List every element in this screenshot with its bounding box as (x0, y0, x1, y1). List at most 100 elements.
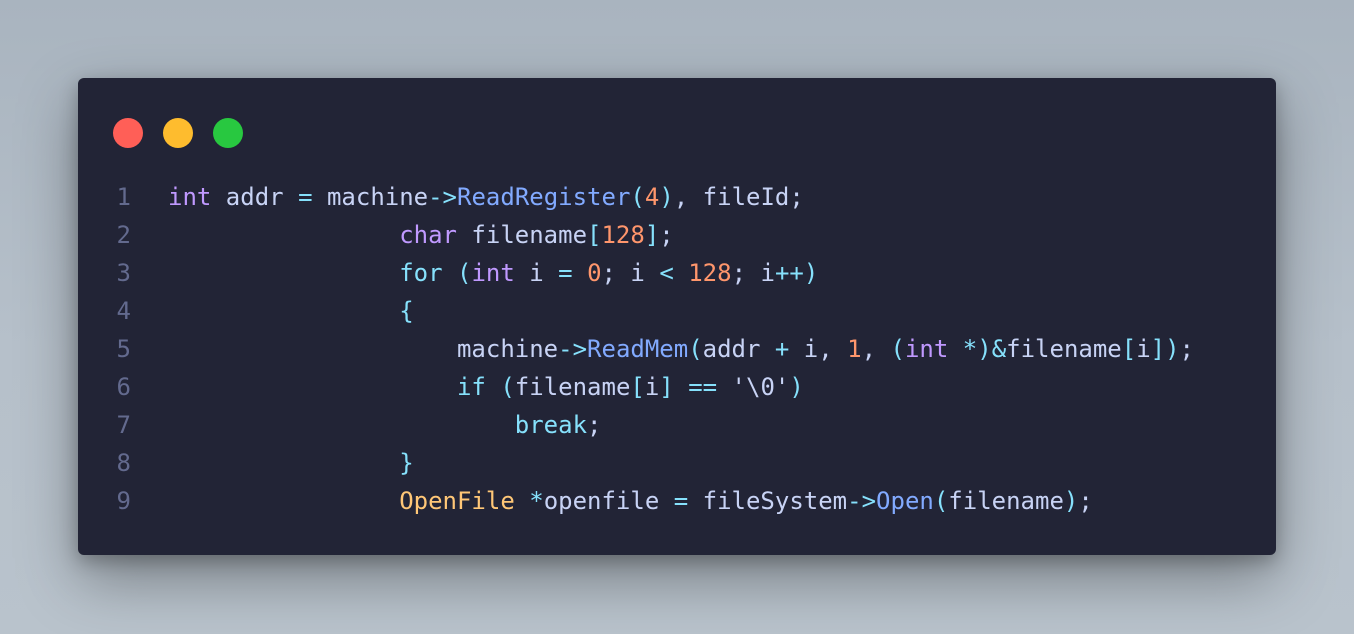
code-token: ++ (774, 259, 804, 287)
maximize-button[interactable] (213, 118, 243, 148)
code-line: 6 if (filename[i] == '\0') (78, 368, 1276, 406)
code-token: & (991, 335, 1007, 363)
window-controls (113, 118, 243, 148)
code-token: ( (688, 335, 703, 363)
code-token: * (529, 487, 544, 515)
code-token: = (558, 259, 573, 287)
code-token: [ (1121, 335, 1137, 363)
code-token: openfile (543, 487, 674, 515)
code-token: ReadRegister (457, 183, 631, 211)
line-number: 8 (116, 449, 131, 477)
code-line: 7 break; (78, 406, 1276, 444)
code-token: int (168, 183, 212, 211)
code-token: 1 (847, 335, 862, 363)
code-token: ] (644, 221, 660, 249)
code-token: [ (587, 221, 602, 249)
code-line: 1 int addr = machine->ReadRegister(4), fi… (78, 178, 1276, 216)
minimize-button[interactable] (163, 118, 193, 148)
code-token: ( (630, 183, 645, 211)
line-number: 6 (116, 373, 131, 401)
code-token: ; i (731, 259, 775, 287)
code-token: , (861, 335, 891, 363)
close-button[interactable] (113, 118, 143, 148)
code-text: } (168, 444, 414, 482)
code-text: int addr = machine->ReadRegister(4), fil… (168, 178, 804, 216)
code-token: -> (428, 183, 458, 211)
code-token: machine (312, 183, 429, 211)
line-number: 3 (116, 259, 131, 287)
code-token: + (774, 335, 790, 363)
code-token: = (298, 183, 313, 211)
code-text: break; (168, 406, 602, 444)
code-text: machine->ReadMem(addr + i, 1, (int *)&fi… (168, 330, 1194, 368)
code-token: 128 (688, 259, 732, 287)
code-token: filename (1006, 335, 1122, 363)
code-line: 9 OpenFile *openfile = fileSystem->Open(… (78, 482, 1276, 520)
code-token: ) (977, 335, 992, 363)
code-token: ) (803, 259, 819, 287)
code-token: ( (890, 335, 905, 363)
line-number: 7 (116, 411, 131, 439)
code-token: -> (847, 487, 877, 515)
code-token: OpenFile (399, 487, 515, 515)
code-token: ( (442, 259, 472, 287)
code-text: if (filename[i] == '\0') (168, 368, 804, 406)
code-token: filename (514, 373, 631, 401)
code-token: filename (456, 221, 588, 249)
code-token: ; i (601, 259, 660, 287)
line-number: 2 (116, 221, 131, 249)
code-token: ) (1063, 487, 1079, 515)
code-token: ]) (1150, 335, 1180, 363)
code-line: 4 { (78, 292, 1276, 330)
code-token: < (659, 259, 674, 287)
code-token: 0 (587, 259, 602, 287)
line-number: 5 (116, 335, 131, 363)
code-token: 4 (644, 183, 660, 211)
code-token: Open (876, 487, 934, 515)
code-token: '\0' (717, 373, 790, 401)
code-line: 8 } (78, 444, 1276, 482)
code-token: ; (1179, 335, 1194, 363)
code-token: ; (1078, 487, 1093, 515)
code-token: i (514, 259, 559, 287)
code-window: 1 int addr = machine->ReadRegister(4), fi… (78, 78, 1276, 555)
code-token: int (904, 335, 949, 363)
code-token: filename (948, 487, 1064, 515)
code-line: 5 machine->ReadMem(addr + i, 1, (int *)&… (78, 330, 1276, 368)
code-token: } (399, 449, 414, 477)
code-token: == (688, 373, 718, 401)
code-token: ReadMem (587, 335, 689, 363)
code-token: 128 (601, 221, 645, 249)
code-token: ) (659, 183, 674, 211)
code-token: machine (168, 335, 559, 363)
code-token: ) (789, 373, 804, 401)
code-token: -> (558, 335, 588, 363)
code-token: addr (702, 335, 775, 363)
code-token: i, (789, 335, 848, 363)
code-text: char filename[128]; (168, 216, 674, 254)
code-token: fileSystem (688, 487, 848, 515)
code-token: [ (630, 373, 645, 401)
code-token: i (1136, 335, 1151, 363)
code-token: * (962, 335, 978, 363)
code-token: ] (659, 373, 674, 401)
code-token: i (644, 373, 660, 401)
code-token: , fileId; (673, 183, 804, 211)
code-token: ( (485, 373, 515, 401)
code-token: ; (587, 411, 602, 439)
code-token: ; (659, 221, 674, 249)
code-line: 3 for (int i = 0; i < 128; i++) (78, 254, 1276, 292)
code-text: { (168, 292, 413, 330)
line-number: 9 (116, 487, 131, 515)
